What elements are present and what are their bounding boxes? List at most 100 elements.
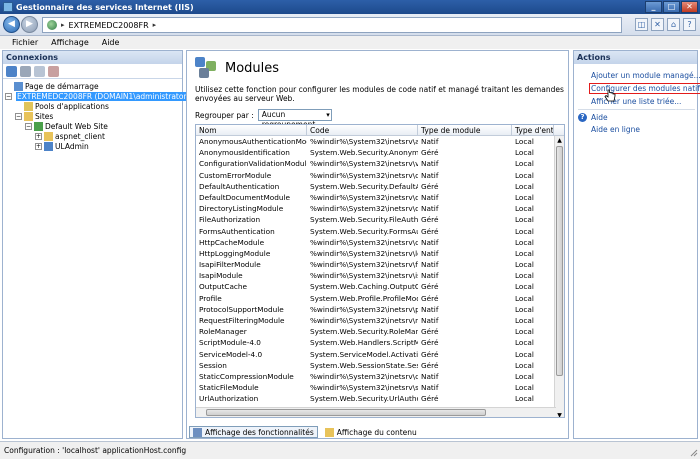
table-row[interactable]: FormsAuthentication System.Web.Security.F… (196, 226, 564, 237)
action-add-managed-module[interactable]: Ajouter un module managé... (591, 71, 700, 80)
table-row[interactable]: DefaultAuthentication System.Web.Security… (196, 181, 564, 192)
table-row[interactable]: HttpLoggingModule %windir%\System32\inets… (196, 248, 564, 259)
table-cell: Local (515, 293, 534, 303)
table-row[interactable]: ProtocolSupportModule %windir%\System32\i… (196, 304, 564, 315)
table-cell: Géré (421, 327, 439, 337)
collapse-icon[interactable]: − (15, 112, 22, 120)
forward-arrow-icon[interactable]: ▶ (21, 16, 38, 33)
main-pane: Modules Utilisez cette fonction pour con… (186, 50, 569, 439)
tab-content-view[interactable]: Affichage du contenu (321, 426, 421, 438)
up-folder-icon[interactable] (34, 65, 45, 77)
minimize-button[interactable]: _ (645, 1, 662, 13)
expand-icon[interactable]: + (35, 132, 42, 140)
modules-grid: Nom Code Type de module Type d'entr Anonymo… (195, 124, 565, 418)
table-cell: Local (515, 394, 534, 404)
table-cell: %windir%\System32\inetsrv\pr... (310, 304, 418, 314)
disconnect-icon[interactable] (48, 65, 59, 77)
tool-help-icon[interactable]: ? (683, 18, 696, 31)
status-bar: Configuration : 'localhost' applicationH… (0, 441, 700, 459)
groupby-select[interactable]: Aucun regroupement (257, 109, 332, 129)
table-row[interactable]: CustomErrorModule %windir%\System32\inets… (196, 170, 564, 181)
close-button[interactable]: ✕ (681, 1, 698, 13)
tool-home-icon[interactable]: ⌂ (667, 18, 680, 31)
tool-stop-icon[interactable]: ✕ (651, 18, 664, 31)
menu-fichier[interactable]: Fichier (12, 38, 38, 47)
server-globe-icon (47, 20, 57, 30)
table-cell: Géré (421, 282, 439, 292)
table-row[interactable]: DefaultDocumentModule %windir%\System32\i… (196, 192, 564, 203)
action-help[interactable]: Aide (591, 113, 608, 122)
table-cell: Local (515, 204, 534, 214)
table-row[interactable]: AnonymousAuthenticationModule%windir%\Sy… (196, 136, 564, 147)
tree-node[interactable]: − Default Web Site (3, 121, 182, 131)
table-row[interactable]: RoleManager System.Web.Security.RoleMana.… (196, 326, 564, 337)
tab-features-view[interactable]: Affichage des fonctionnalités (189, 426, 318, 438)
table-cell: Géré (421, 360, 439, 370)
table-row[interactable]: AnonymousIdentification System.Web.Securi… (196, 147, 564, 158)
tree-node[interactable]: − EXTREMEDC2008FR (DOMAIN1\administrator) (3, 91, 191, 101)
table-row[interactable]: IsapiModule %windir%\System32\inetsrv\isa… (196, 270, 564, 281)
tree-node[interactable]: + ULAdmin (3, 141, 182, 151)
tree-node[interactable]: Page de démarrage (3, 81, 182, 91)
table-row[interactable]: StaticFileModule %windir%\System32\inetsr… (196, 382, 564, 393)
connect-icon[interactable] (6, 65, 17, 77)
table-cell: OutputCache (199, 282, 248, 292)
table-cell: HttpCacheModule (199, 237, 265, 247)
expand-icon[interactable]: + (35, 142, 42, 150)
scroll-up-icon[interactable]: ▲ (555, 136, 564, 145)
menu-affichage[interactable]: Affichage (51, 38, 89, 47)
table-row[interactable]: OutputCache System.Web.Caching.OutputCa..… (196, 281, 564, 292)
resize-grip-icon[interactable] (688, 447, 698, 457)
address-bar: ◀ ▶ ▸ EXTREMEDC2008FR ▸ ◫ ✕ ⌂ ? (0, 14, 700, 36)
table-cell: UrlAuthorization (199, 394, 259, 404)
table-row[interactable]: DirectoryListingModule %windir%\System32\… (196, 203, 564, 214)
table-row[interactable]: FileAuthorization System.Web.Security.Fil… (196, 214, 564, 225)
column-header[interactable]: Code (307, 125, 418, 135)
breadcrumb-server[interactable]: EXTREMEDC2008FR (69, 21, 149, 30)
table-cell: Natif (421, 192, 439, 202)
tree-node[interactable]: − Sites (3, 111, 182, 121)
tree-node[interactable]: + aspnet_client (3, 131, 182, 141)
table-row[interactable]: UrlAuthorization System.Web.Security.UrlA… (196, 393, 564, 404)
maximize-button[interactable]: □ (663, 1, 680, 13)
vertical-scroll-thumb[interactable] (556, 146, 563, 376)
horizontal-scroll-thumb[interactable] (206, 409, 486, 416)
table-row[interactable]: HttpCacheModule %windir%\System32\inetsrv… (196, 237, 564, 248)
column-header[interactable]: Type de module (418, 125, 512, 135)
menu-aide[interactable]: Aide (102, 38, 120, 47)
table-row[interactable]: ScriptModule-4.0 System.Web.Handlers.Scri… (196, 337, 564, 348)
table-row[interactable]: RequestFilteringModule %windir%\System32\… (196, 315, 564, 326)
table-row[interactable]: ServiceModel-4.0 System.ServiceModel.Acti… (196, 349, 564, 360)
collapse-icon[interactable]: − (25, 122, 32, 130)
table-cell: Natif (421, 304, 439, 314)
table-cell: Natif (421, 170, 439, 180)
collapse-icon[interactable]: − (5, 92, 12, 100)
table-row[interactable]: ConfigurationValidationModule %windir%\Sy… (196, 158, 564, 169)
table-cell: System.Web.Profile.ProfileModule (310, 293, 418, 303)
breadcrumb[interactable]: ▸ EXTREMEDC2008FR ▸ (42, 17, 622, 33)
table-row[interactable]: Session System.Web.SessionState.Sessi...G… (196, 360, 564, 371)
table-cell: Géré (421, 338, 439, 348)
tree-node[interactable]: Pools d'applications (3, 101, 182, 111)
table-row[interactable]: Profile System.Web.Profile.ProfileModuleG… (196, 293, 564, 304)
tool-network-icon[interactable]: ◫ (635, 18, 648, 31)
table-row[interactable]: IsapiFilterModule %windir%\System32\inets… (196, 259, 564, 270)
horizontal-scrollbar[interactable] (196, 407, 556, 417)
table-cell: IsapiFilterModule (199, 260, 261, 270)
scroll-down-icon[interactable]: ▼ (555, 411, 564, 417)
action-online-help[interactable]: Aide en ligne (591, 125, 640, 134)
table-cell: Local (515, 360, 534, 370)
back-arrow-icon[interactable]: ◀ (3, 16, 20, 33)
column-header[interactable]: Type d'entr (512, 125, 554, 135)
table-cell: CustomErrorModule (199, 170, 272, 180)
hand-cursor-icon (604, 89, 616, 102)
connections-pane: Connexions Page de démarrage − EXTREMEDC20… (2, 50, 191, 439)
save-icon[interactable] (20, 65, 31, 77)
column-header[interactable]: Nom (196, 125, 307, 135)
breadcrumb-separator[interactable]: ▸ (153, 21, 157, 29)
table-cell: Natif (421, 383, 439, 393)
table-cell: Géré (421, 349, 439, 359)
table-row[interactable]: StaticCompressionModule %windir%\System32… (196, 371, 564, 382)
vertical-scrollbar[interactable]: ▲ ▼ (554, 136, 564, 417)
breadcrumb-separator[interactable]: ▸ (61, 21, 65, 29)
